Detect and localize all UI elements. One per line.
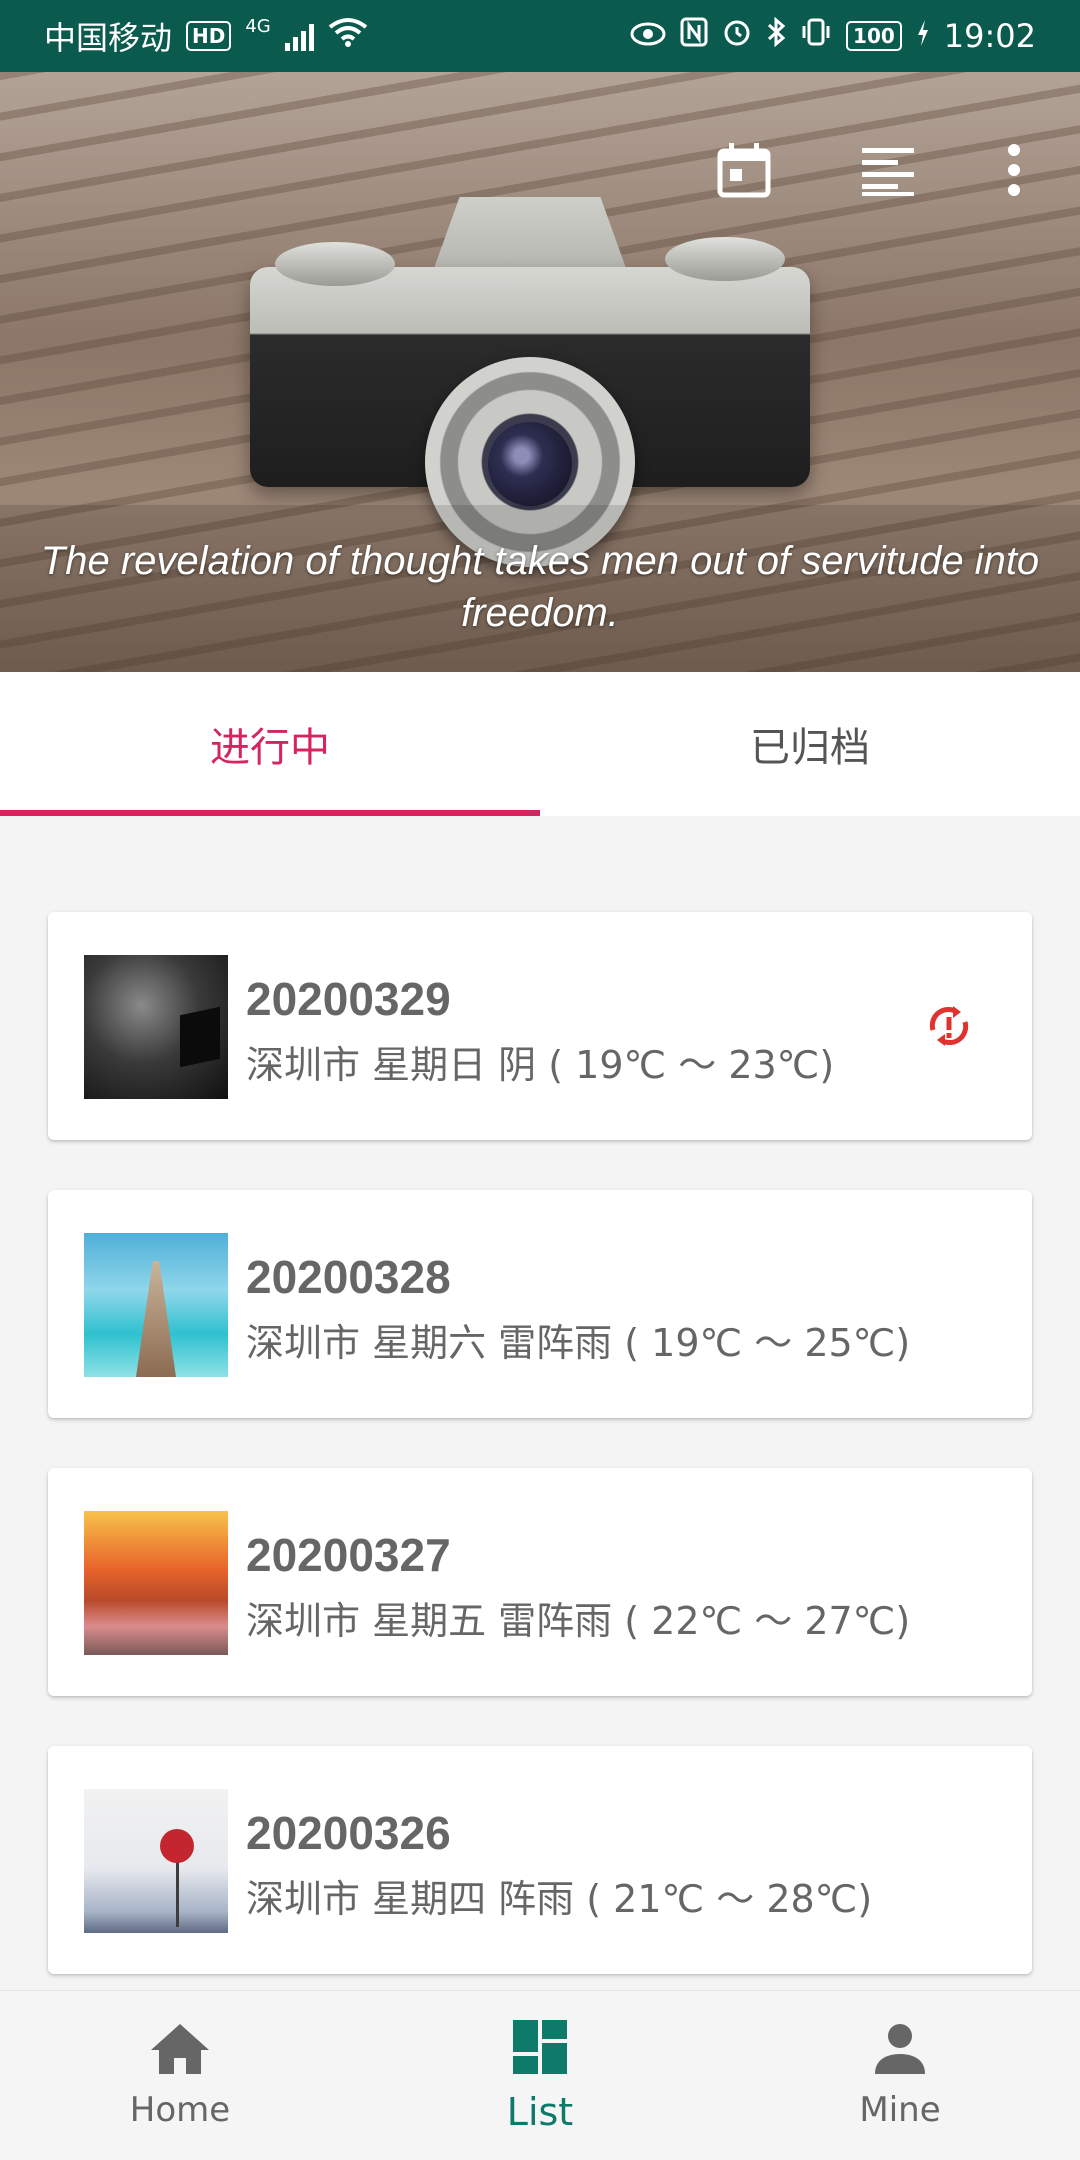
bluetooth-icon [766,16,786,55]
nav-mine-label: Mine [859,2089,941,2130]
entry-weather-info: 深圳市 星期五 雷阵雨 ( 22℃ ～ 27℃) [246,1599,911,1643]
hd-badge: HD [186,21,232,51]
tab-in-progress[interactable]: 进行中 [0,672,540,816]
home-icon [149,2022,211,2080]
list-item[interactable]: 20200327 深圳市 星期五 雷阵雨 ( 22℃ ～ 27℃) [48,1468,1032,1696]
vibrate-icon [800,17,832,55]
nav-home-label: Home [129,2089,231,2130]
nav-list-label: List [506,2089,574,2134]
header-quote: The revelation of thought takes men out … [40,539,1040,635]
entry-thumbnail [84,955,228,1099]
list-item[interactable]: 20200329 深圳市 星期日 阴 ( 19℃ ～ 23℃) [48,912,1032,1140]
camera-image-dial [275,242,395,286]
carrier-label: 中国移动 [44,19,173,57]
nav-list[interactable]: List [360,1991,720,2160]
list-item[interactable]: 20200326 深圳市 星期四 阵雨 ( 21℃ ～ 28℃) [48,1746,1032,1974]
entry-date: 20200328 [246,1251,451,1303]
signal-icon [284,21,314,51]
entry-weather-info: 深圳市 星期六 雷阵雨 ( 19℃ ～ 25℃) [246,1321,911,1365]
status-bar: 中国移动 HD 4G 100 19:02 [0,0,1080,72]
list-view-icon[interactable] [846,128,930,212]
camera-image-lens-glass [488,422,572,506]
sync-problem-icon[interactable] [923,1000,975,1052]
dashboard-icon [511,2018,569,2080]
tab-archived[interactable]: 已归档 [540,672,1080,816]
eye-comfort-icon [630,17,666,55]
charging-icon [916,17,930,55]
nfc-icon [680,17,708,55]
entry-date: 20200329 [246,973,451,1025]
network-type-label: 4G [245,15,271,37]
entry-thumbnail [84,1789,228,1933]
entry-date: 20200326 [246,1807,451,1859]
header-banner: The revelation of thought takes men out … [0,72,1080,672]
nav-home[interactable]: Home [0,1991,360,2160]
clock-time: 19:02 [943,17,1036,55]
person-icon [873,2022,927,2080]
bottom-navigation: Home List Mine [0,1990,1080,2160]
wifi-icon [328,17,368,55]
tab-bar: 进行中 已归档 [0,672,1080,816]
more-vert-icon[interactable] [972,128,1056,212]
entry-thumbnail [84,1233,228,1377]
calendar-icon[interactable] [702,128,786,212]
entry-thumbnail [84,1511,228,1655]
list-item[interactable]: 20200328 深圳市 星期六 雷阵雨 ( 19℃ ～ 25℃) [48,1190,1032,1418]
entry-weather-info: 深圳市 星期日 阴 ( 19℃ ～ 23℃) [246,1043,835,1087]
nav-mine[interactable]: Mine [720,1991,1080,2160]
alarm-icon [722,17,752,55]
entry-weather-info: 深圳市 星期四 阵雨 ( 21℃ ～ 28℃) [246,1877,873,1921]
entry-date: 20200327 [246,1529,451,1581]
battery-indicator: 100 [846,21,902,51]
camera-image-dial [665,237,785,281]
